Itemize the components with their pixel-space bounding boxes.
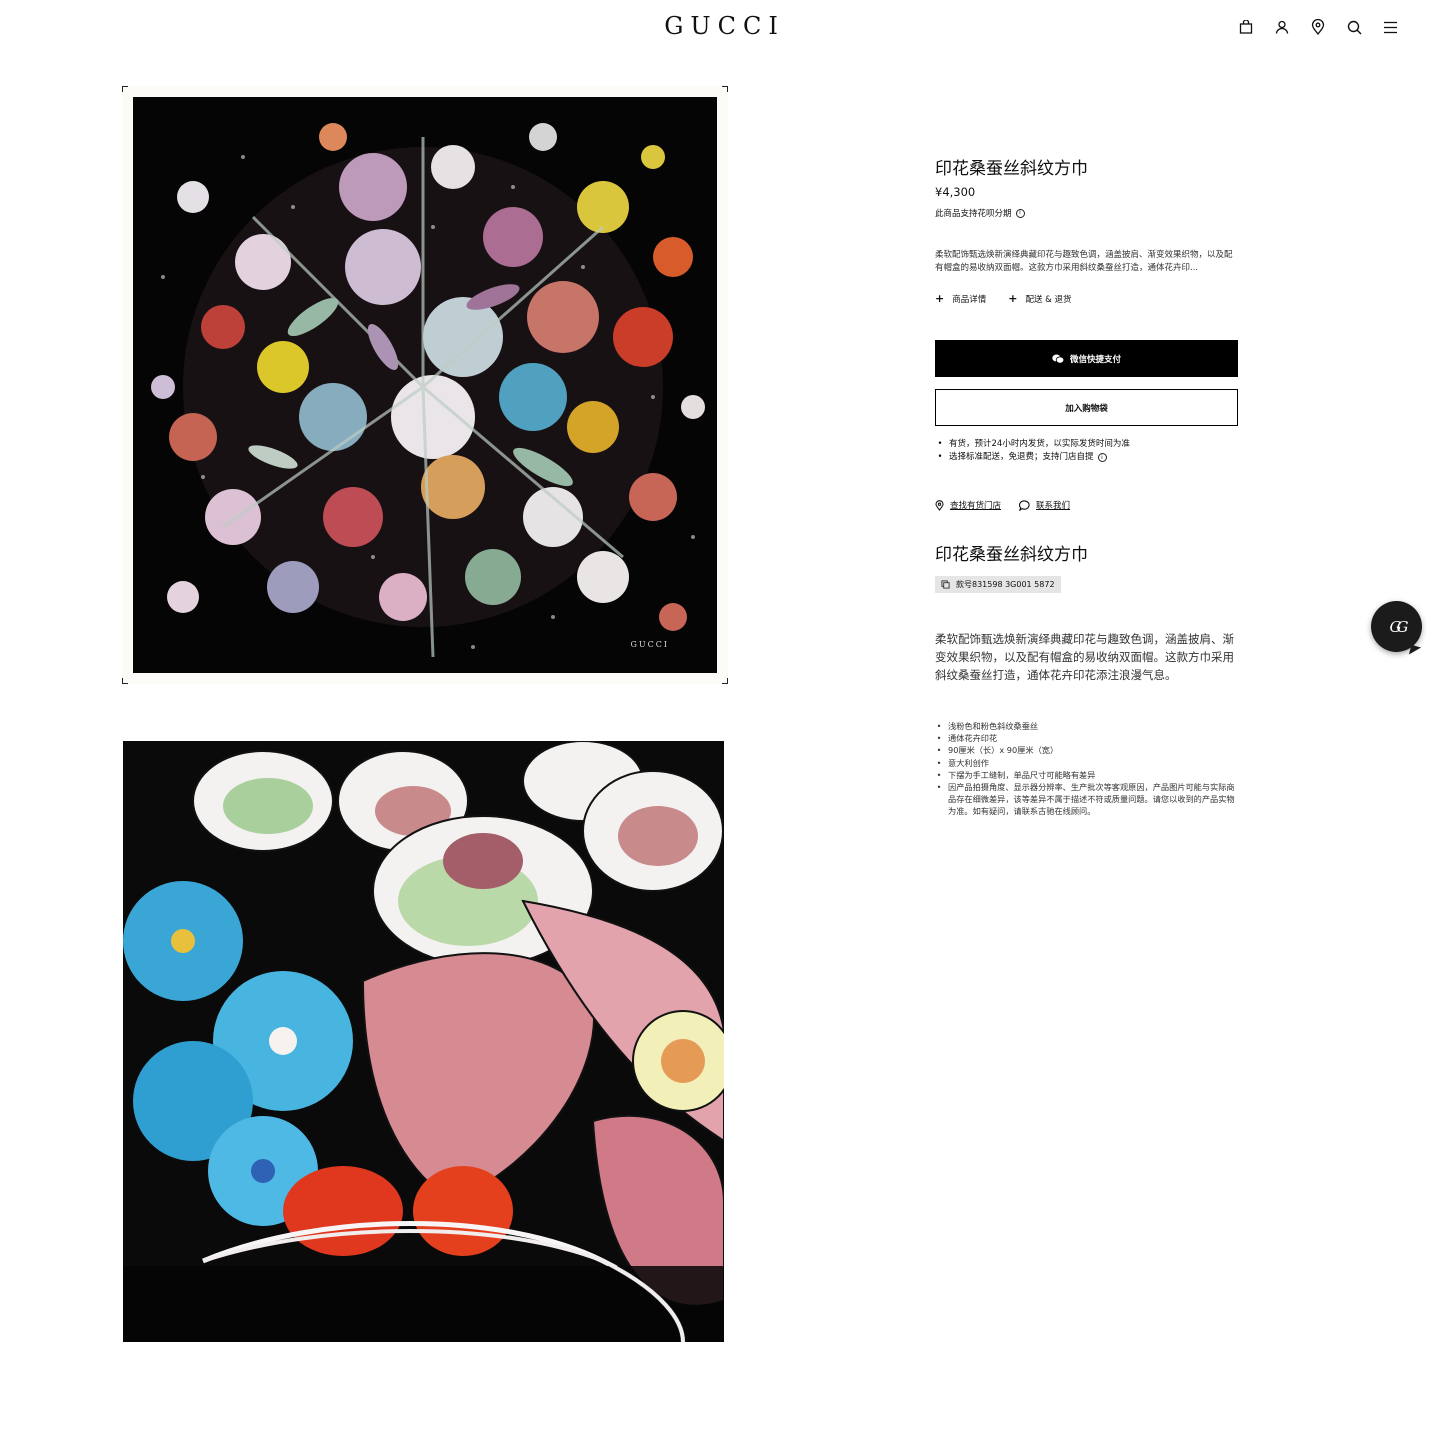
list-item: • 通体花卉印花 xyxy=(936,733,998,744)
product-detail-list: • 浅粉色和粉色斜纹桑蚕丝 • 通体花卉印花 • 90厘米（长）x 90厘米（宽） •… xyxy=(935,720,1238,818)
menu-icon[interactable] xyxy=(1381,17,1399,37)
bag-icon[interactable] xyxy=(1237,17,1255,37)
floral-pattern xyxy=(151,123,705,658)
gg-logo-icon: GG xyxy=(1389,617,1409,636)
store-links: 查找有货门店 联系我们 xyxy=(935,499,1238,511)
add-to-bag-button[interactable]: 加入购物袋 xyxy=(935,389,1238,426)
chat-bubble-icon xyxy=(1019,499,1030,511)
expander-product-details[interactable]: + 商品详情 xyxy=(935,292,986,305)
account-icon[interactable] xyxy=(1273,17,1291,37)
list-item: • 90厘米（长）x 90厘米（宽） xyxy=(936,745,1059,756)
gucci-logo[interactable]: GUCCI xyxy=(0,12,1449,40)
scarf-logo-mark: GUCCI xyxy=(630,640,669,649)
scarf-detail-artwork xyxy=(123,741,724,1342)
find-store-link[interactable]: 查找有货门店 xyxy=(935,499,1001,511)
style-number-badge[interactable]: 款号831598 3G001 5872 xyxy=(935,576,1061,593)
info-icon[interactable]: i xyxy=(1015,208,1025,218)
product-title-secondary: 印花桑蚕丝斜纹方巾 xyxy=(935,545,1088,565)
style-number: 款号831598 3G001 5872 xyxy=(956,580,1055,589)
expander-label: 商品详情 xyxy=(952,294,987,305)
crop-corner xyxy=(722,86,728,92)
wechat-pay-button[interactable]: 微信快捷支付 xyxy=(935,340,1238,377)
floral-scarf-artwork: GUCCI xyxy=(133,97,717,673)
shipping-info-list: • 有货，预计24小时内发货，以实际发货时间为准 • 选择标准配送，免退费；支持门店… xyxy=(935,438,1238,464)
product-image-main[interactable]: GUCCI xyxy=(122,86,728,684)
location-pin-icon xyxy=(935,499,944,511)
installment-text: 此商品支持花呗分期 xyxy=(935,209,1012,219)
crop-corner xyxy=(122,678,128,684)
copy-icon xyxy=(941,580,950,589)
list-item: • 有货，预计24小时内发货，以实际发货时间为准 xyxy=(937,439,1130,449)
list-item: • 意大利创作 xyxy=(936,757,989,768)
product-price: ¥4,300 xyxy=(935,185,976,199)
product-title: 印花桑蚕丝斜纹方巾 xyxy=(935,159,1088,179)
plus-icon: + xyxy=(935,292,945,305)
list-item: • 因产品拍摄角度、显示器分辨率、生产批次等客观原因，产品图片可能与实际商品存在细… xyxy=(936,782,1235,817)
crop-corner xyxy=(122,86,128,92)
live-chat-button[interactable]: GG xyxy=(1371,601,1422,652)
info-icon[interactable]: i xyxy=(1097,453,1107,462)
crop-corner xyxy=(722,678,728,684)
wechat-icon xyxy=(1052,354,1064,364)
installment-note: 此商品支持花呗分期 i xyxy=(935,207,1238,219)
wechat-pay-label: 微信快捷支付 xyxy=(1069,354,1121,365)
expander-label: 配送 & 退货 xyxy=(1025,294,1072,305)
product-image-detail[interactable] xyxy=(123,741,724,1342)
header-icon-bar xyxy=(1237,17,1399,37)
list-item: • 选择标准配送，免退费；支持门店自提 i xyxy=(935,451,1238,464)
list-item: • 浅粉色和粉色斜纹桑蚕丝 xyxy=(936,721,1039,731)
list-item: • 下摆为手工缝制，单品尺寸可能略有差异 xyxy=(936,769,1096,780)
store-locator-icon[interactable] xyxy=(1309,17,1327,37)
search-icon[interactable] xyxy=(1345,17,1363,37)
expander-row: + 商品详情 + 配送 & 退货 xyxy=(935,292,1238,305)
plus-icon: + xyxy=(1008,292,1018,305)
contact-us-link[interactable]: 联系我们 xyxy=(1019,499,1070,511)
long-description: 柔软配饰甄选焕新演绎典藏印花与趣致色调，涵盖披肩、渐变效果织物，以及配有帽盒的易… xyxy=(935,632,1234,682)
short-description: 柔软配饰甄选焕新演绎典藏印花与趣致色调，涵盖披肩、渐变效果织物，以及配有帽盒的易… xyxy=(935,250,1233,273)
expander-shipping-returns[interactable]: + 配送 & 退货 xyxy=(1008,292,1071,305)
